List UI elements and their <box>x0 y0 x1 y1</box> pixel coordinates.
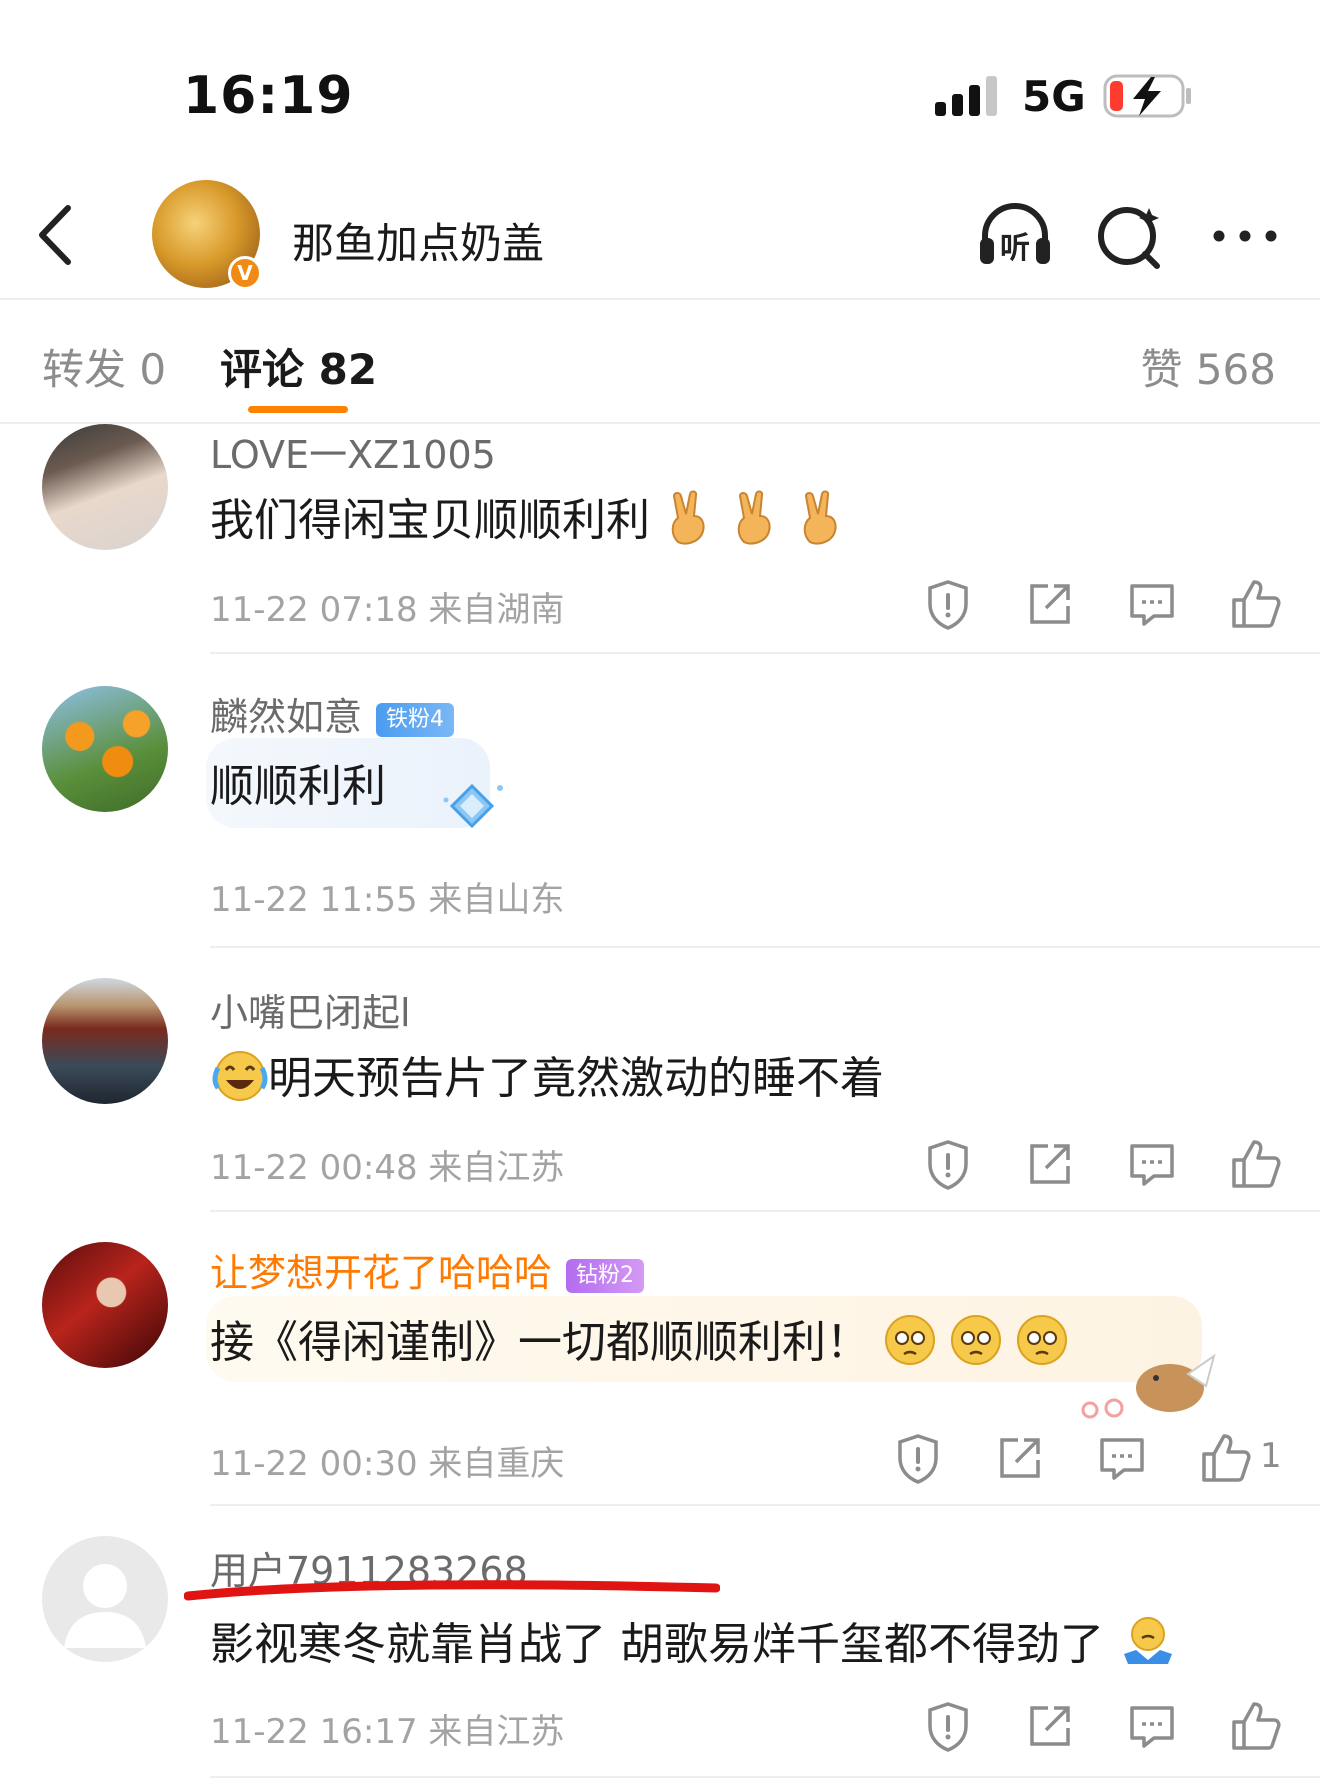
comment-divider <box>210 946 1320 948</box>
comment-text: 明天预告片了竟然激动的睡不着 <box>212 1042 884 1113</box>
like-icon[interactable] <box>1226 1136 1282 1192</box>
comment-item: 让梦想开花了哈哈哈 钻粉2 接《得闲谨制》一切都顺顺利利！ 11-22 00:30… <box>0 1242 1320 1506</box>
verified-badge: V <box>228 256 262 290</box>
default-avatar-icon <box>64 1564 146 1648</box>
commenter-avatar[interactable] <box>42 1242 168 1368</box>
back-icon[interactable] <box>30 200 80 270</box>
report-icon[interactable] <box>920 1136 976 1192</box>
comment-body: 影视寒冬就靠肖战了 胡歌易烊千玺都不得劲了 <box>210 1619 1104 1670</box>
status-time: 16:19 <box>183 66 354 126</box>
share-icon[interactable] <box>1022 1136 1078 1192</box>
capybara-sticker-icon <box>1081 1353 1216 1419</box>
diamond-sticker-icon <box>443 783 503 829</box>
comment-actions <box>920 1698 1320 1754</box>
comment-divider <box>210 1210 1320 1212</box>
comment-body: 接《得闲谨制》一切都顺顺利利！ <box>210 1317 870 1368</box>
share-icon[interactable] <box>1022 1698 1078 1754</box>
status-bar: 16:19 5G <box>0 0 1320 150</box>
comment-text: 影视寒冬就靠肖战了 胡歌易烊千玺都不得劲了 <box>210 1608 1178 1681</box>
commenter-name[interactable]: 麟然如意 铁粉4 <box>210 686 455 741</box>
comment-divider <box>210 1776 1320 1778</box>
comment-item: 麟然如意 铁粉4 顺顺利利 11-22 11:55 来自山东 <box>0 686 1320 948</box>
comment-body: 顺顺利利 <box>210 761 386 812</box>
comment-divider <box>210 1504 1320 1506</box>
tab-comments[interactable]: 评论 82 <box>220 336 377 397</box>
comment-meta: 11-22 07:18 来自湖南 <box>210 590 565 630</box>
comment-meta: 11-22 00:48 来自江苏 <box>210 1148 565 1188</box>
commenter-name[interactable]: LOVE一XZ1005 <box>210 424 496 479</box>
more-icon[interactable] <box>1205 200 1285 270</box>
battery-charging-icon <box>1103 74 1191 118</box>
share-icon[interactable] <box>992 1430 1048 1486</box>
post-tabs: 转发 0 评论 82 赞 568 <box>0 300 1320 424</box>
commenter-avatar[interactable] <box>42 1536 168 1662</box>
tab-reposts[interactable]: 转发 0 <box>42 336 166 397</box>
shrug-icon <box>1118 1614 1178 1681</box>
comment-meta: 11-22 00:30 来自重庆 <box>210 1444 565 1484</box>
listen-icon[interactable]: 听 <box>975 200 1055 270</box>
comment-meta: 11-22 16:17 来自江苏 <box>210 1712 565 1752</box>
commenter-avatar[interactable] <box>42 978 168 1104</box>
laugh-cry-icon <box>212 1050 268 1113</box>
author-name[interactable]: 那鱼加点奶盖 <box>292 210 544 271</box>
reply-icon[interactable] <box>1124 576 1180 632</box>
commenter-avatar[interactable] <box>42 686 168 812</box>
comment-body: 我们得闲宝贝顺顺利利 <box>210 495 650 546</box>
search-icon[interactable] <box>1093 200 1173 270</box>
comment-text: 接《得闲谨制》一切都顺顺利利！ <box>210 1306 1084 1379</box>
comment-text: 我们得闲宝贝顺顺利利 <box>210 484 854 557</box>
like-icon[interactable] <box>1226 576 1282 632</box>
signal-icon <box>935 76 1005 116</box>
report-icon[interactable] <box>920 576 976 632</box>
listen-label: 听 <box>1000 231 1030 266</box>
commenter-name-text: 让梦想开花了哈哈哈 <box>210 1251 553 1295</box>
fan-badge: 铁粉4 <box>376 702 455 737</box>
comment-actions: 1 <box>890 1430 1320 1486</box>
commenter-name-text: 麟然如意 <box>210 695 363 739</box>
comment-item: 用户7911283268 影视寒冬就靠肖战了 胡歌易烊千玺都不得劲了 11-22… <box>0 1536 1320 1786</box>
fan-badge: 钻粉2 <box>566 1258 645 1293</box>
comment-body: 明天预告片了竟然激动的睡不着 <box>268 1053 884 1104</box>
active-tab-indicator <box>248 406 348 413</box>
reply-icon[interactable] <box>1124 1136 1180 1192</box>
reply-icon[interactable] <box>1094 1430 1150 1486</box>
like-count: 1 <box>1260 1436 1282 1476</box>
pleading-face-icon <box>884 1312 1084 1379</box>
comment-item: LOVE一XZ1005 我们得闲宝贝顺顺利利 11-22 07:18 来自湖南 <box>0 424 1320 654</box>
share-icon[interactable] <box>1022 576 1078 632</box>
reply-icon[interactable] <box>1124 1698 1180 1754</box>
comment-actions <box>920 1136 1320 1192</box>
report-icon[interactable] <box>920 1698 976 1754</box>
tab-likes[interactable]: 赞 568 <box>1140 336 1276 397</box>
comment-divider <box>210 652 1320 654</box>
like-icon[interactable] <box>1226 1698 1282 1754</box>
commenter-avatar[interactable] <box>42 424 168 550</box>
post-header: V 那鱼加点奶盖 听 <box>0 160 1320 300</box>
author-avatar[interactable]: V <box>152 180 262 290</box>
network-type: 5G <box>1022 72 1086 121</box>
commenter-name[interactable]: 小嘴巴闭起l <box>210 982 411 1037</box>
like-icon[interactable] <box>1196 1430 1252 1486</box>
report-icon[interactable] <box>890 1430 946 1486</box>
comment-actions <box>920 576 1320 632</box>
comment-item: 小嘴巴闭起l 明天预告片了竟然激动的睡不着 11-22 00:48 来自江苏 <box>0 978 1320 1212</box>
red-underline-mark <box>184 1580 720 1601</box>
victory-hand-icon <box>664 490 854 557</box>
commenter-name[interactable]: 让梦想开花了哈哈哈 钻粉2 <box>210 1242 645 1297</box>
comment-meta: 11-22 11:55 来自山东 <box>210 880 565 920</box>
